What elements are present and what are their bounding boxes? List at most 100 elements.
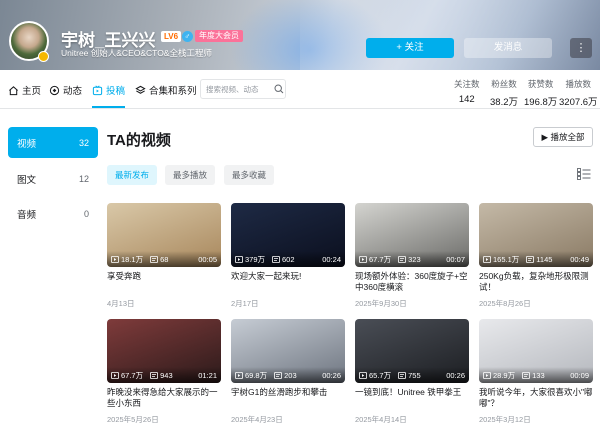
sidebar-item-audio[interactable]: 音频 0 xyxy=(8,198,98,229)
home-icon xyxy=(9,85,18,95)
tab-home[interactable]: 主页 xyxy=(8,82,41,98)
stat-likes-label: 获赞数 xyxy=(527,79,554,89)
sidebar-item-label: 图文 xyxy=(17,174,37,186)
search-icon[interactable] xyxy=(274,84,284,94)
video-title[interactable]: 宇树G1的丝滑跑步和攀击 xyxy=(231,387,345,409)
video-meta: 67.7万 943 01:21 xyxy=(111,370,217,381)
active-tab-indicator xyxy=(92,106,125,108)
danmaku-count: 323 xyxy=(408,255,421,264)
danmaku-icon xyxy=(398,256,407,263)
video-thumbnail[interactable]: 165.1万 1145 00:49 xyxy=(479,203,593,267)
video-thumbnail[interactable]: 69.8万 203 00:26 xyxy=(231,319,345,383)
vip-badge[interactable]: 年度大会员 xyxy=(195,30,243,42)
list-view-toggle-icon[interactable] xyxy=(577,168,591,180)
video-title[interactable]: 250Kg负载，复杂地形极限测试！ xyxy=(479,271,593,293)
video-title[interactable]: 现场额外体验：360度旋子+空中360度横滚 xyxy=(355,271,469,293)
verified-badge-icon xyxy=(38,51,49,62)
video-meta: 379万 602 00:24 xyxy=(235,254,341,265)
video-thumbnail[interactable]: 67.7万 323 00:07 xyxy=(355,203,469,267)
video-date: 2月17日 xyxy=(231,299,259,308)
play-count-icon xyxy=(111,372,119,379)
video-card[interactable]: 379万 602 00:24 欢迎大家一起来玩! 2月17日 xyxy=(231,203,345,309)
tab-dynamic[interactable]: 动态 xyxy=(49,82,82,98)
stat-following-value: 142 xyxy=(458,94,475,105)
video-title[interactable]: 一镜到底！Unitree 铁甲拳王 xyxy=(355,387,469,409)
video-title[interactable]: 享受奔跑 xyxy=(107,271,221,293)
tab-home-label: 主页 xyxy=(22,86,42,97)
video-card[interactable]: 18.1万 68 00:05 享受奔跑 4月13日 xyxy=(107,203,221,309)
video-duration: 00:09 xyxy=(570,371,589,380)
more-options-button[interactable]: ⋮ xyxy=(570,38,592,58)
danmaku-count: 943 xyxy=(160,371,173,380)
danmaku-count: 602 xyxy=(282,255,295,264)
video-card[interactable]: 67.7万 323 00:07 现场额外体验：360度旋子+空中360度横滚 2025年… xyxy=(355,203,469,309)
video-title[interactable]: 欢迎大家一起来玩! xyxy=(231,271,345,293)
danmaku-count: 1145 xyxy=(536,255,553,264)
dynamic-icon xyxy=(49,85,60,95)
video-date: 2025年3月12日 xyxy=(479,415,531,424)
play-count-icon xyxy=(483,372,491,379)
play-count: 65.7万 xyxy=(369,371,392,380)
play-count: 18.1万 xyxy=(121,255,144,264)
play-count: 28.9万 xyxy=(493,371,516,380)
video-thumbnail[interactable]: 18.1万 68 00:05 xyxy=(107,203,221,267)
follow-button[interactable]: + 关注 xyxy=(366,38,454,58)
sort-most-played[interactable]: 最多播放 xyxy=(165,165,216,185)
video-thumbnail[interactable]: 67.7万 943 01:21 xyxy=(107,319,221,383)
video-date: 2025年5月26日 xyxy=(107,415,159,424)
video-duration: 00:24 xyxy=(322,255,341,264)
video-meta: 69.8万 203 00:26 xyxy=(235,370,341,381)
sidebar-item-count: 0 xyxy=(83,208,89,219)
upload-icon xyxy=(92,85,103,95)
play-count-icon xyxy=(111,256,119,263)
play-count: 67.7万 xyxy=(369,255,392,264)
male-icon: ♂ xyxy=(182,31,193,42)
stat-likes: 获赞数 196.8万 xyxy=(524,78,557,108)
video-duration: 00:26 xyxy=(322,371,341,380)
danmaku-icon xyxy=(522,372,531,379)
stat-plays-value: 3207.6万 xyxy=(559,97,598,108)
video-search-box[interactable] xyxy=(200,79,286,99)
video-card[interactable]: 165.1万 1145 00:49 250Kg负载，复杂地形极限测试！ 2025年8月2… xyxy=(479,203,593,309)
danmaku-count: 755 xyxy=(408,371,421,380)
stat-fans[interactable]: 粉丝数 38.2万 xyxy=(490,78,518,108)
danmaku-count: 68 xyxy=(160,255,169,264)
sidebar-item-article[interactable]: 图文 12 xyxy=(8,163,98,194)
sort-latest[interactable]: 最新发布 xyxy=(107,165,158,185)
video-card[interactable]: 28.9万 133 00:09 我听说今年，大家很喜欢小"嘟嘟"？ 2025年3月12日 xyxy=(479,319,593,425)
video-thumbnail[interactable]: 379万 602 00:24 xyxy=(231,203,345,267)
section-title: TA的视频 xyxy=(107,132,171,149)
video-title[interactable]: 我听说今年，大家很喜欢小"嘟嘟"？ xyxy=(479,387,593,409)
play-all-button[interactable]: ▶ 播放全部 xyxy=(533,127,593,147)
play-count-icon xyxy=(359,372,367,379)
user-signature: Unitree 创始人&CEO&CTO&全栈工程师 xyxy=(61,48,212,58)
video-thumbnail[interactable]: 28.9万 133 00:09 xyxy=(479,319,593,383)
video-date: 2025年4月23日 xyxy=(231,415,283,424)
stat-likes-value: 196.8万 xyxy=(524,97,558,108)
tab-upload-label: 投稿 xyxy=(106,86,126,97)
sidebar-item-count: 12 xyxy=(78,173,89,184)
danmaku-count: 203 xyxy=(284,371,297,380)
video-card[interactable]: 65.7万 755 00:26 一镜到底！Unitree 铁甲拳王 2025年4月14日 xyxy=(355,319,469,425)
video-duration: 01:21 xyxy=(198,371,217,380)
video-card[interactable]: 69.8万 203 00:26 宇树G1的丝滑跑步和攀击 2025年4月23日 xyxy=(231,319,345,425)
message-button[interactable]: 发消息 xyxy=(464,38,552,58)
stat-fans-label: 粉丝数 xyxy=(491,79,517,89)
collection-icon xyxy=(135,85,146,94)
sidebar-item-video[interactable]: 视频 32 xyxy=(8,127,98,158)
video-card[interactable]: 67.7万 943 01:21 昨晚没来得急给大家展示的一些小东西 2025年5月26日 xyxy=(107,319,221,425)
tab-collections[interactable]: 合集和系列 xyxy=(135,82,197,98)
stat-plays-label: 播放数 xyxy=(565,79,592,89)
stat-following[interactable]: 关注数 142 xyxy=(454,78,480,105)
video-date: 2025年9月30日 xyxy=(355,299,407,308)
play-count: 69.8万 xyxy=(245,371,268,380)
video-title[interactable]: 昨晚没来得急给大家展示的一些小东西 xyxy=(107,387,221,409)
stat-plays: 播放数 3207.6万 xyxy=(559,78,598,108)
video-search-input[interactable] xyxy=(206,82,272,96)
video-duration: 00:26 xyxy=(446,371,465,380)
sort-most-favorited[interactable]: 最多收藏 xyxy=(224,165,275,185)
video-thumbnail[interactable]: 65.7万 755 00:26 xyxy=(355,319,469,383)
play-count-icon xyxy=(483,256,491,263)
profile-nav: 主页 动态 投稿 合集和系列 关注数 142 粉丝数 38.2万 获赞数 196… xyxy=(0,70,600,109)
tab-upload[interactable]: 投稿 xyxy=(92,82,125,98)
